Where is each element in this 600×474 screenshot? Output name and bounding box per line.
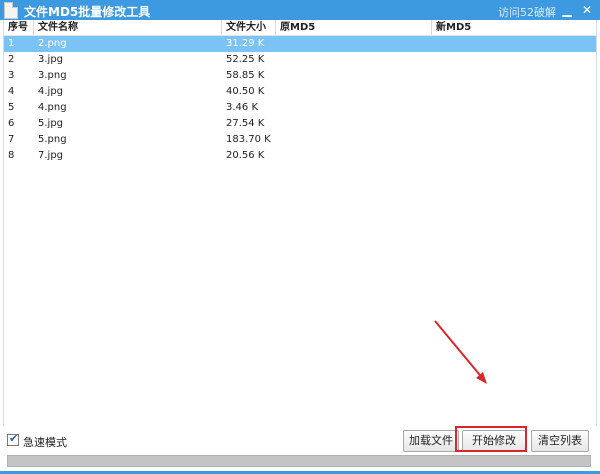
table-row[interactable]: 2 3.jpg 52.25 K [4, 52, 596, 68]
row-new-md5 [432, 84, 596, 100]
column-header-filesize[interactable]: 文件大小 [222, 20, 276, 35]
file-list[interactable]: 序号 文件名称 文件大小 原MD5 新MD5 1 2.png 31.29 K 2 3.j… [3, 20, 597, 426]
row-original-md5 [276, 36, 432, 52]
table-row[interactable]: 5 4.png 3.46 K [4, 100, 596, 116]
row-filename: 4.jpg [38, 86, 64, 97]
row-new-md5 [432, 116, 596, 132]
table-row[interactable]: 1 2.png 31.29 K [4, 36, 596, 52]
column-header-filename[interactable]: 文件名称 [34, 20, 222, 35]
table-row[interactable]: 8 7.jpg 20.56 K [4, 148, 596, 164]
row-index: 7 [8, 134, 15, 145]
table-row[interactable]: 3 3.png 58.85 K [4, 68, 596, 84]
row-index: 5 [8, 102, 15, 113]
column-header-new-md5[interactable]: 新MD5 [432, 20, 596, 35]
row-filesize: 31.29 K [226, 38, 265, 49]
title-bar[interactable]: 文件MD5批量修改工具 访问52破解 ▁ ✕ [0, 0, 600, 20]
row-index: 2 [8, 54, 15, 65]
row-index: 4 [8, 86, 15, 97]
list-header: 序号 文件名称 文件大小 原MD5 新MD5 [4, 20, 596, 36]
row-filesize: 20.56 K [226, 150, 265, 161]
row-new-md5 [432, 100, 596, 116]
table-row[interactable]: 6 5.jpg 27.54 K [4, 116, 596, 132]
fast-mode-checkbox[interactable]: ✔ [7, 432, 19, 446]
row-index: 6 [8, 118, 15, 129]
app-window: 文件MD5批量修改工具 访问52破解 ▁ ✕ 序号 文件名称 文件大小 原MD5… [0, 0, 600, 474]
progress-bar [7, 455, 591, 467]
row-new-md5 [432, 36, 596, 52]
checkmark-icon: ✔ [9, 432, 19, 445]
row-filesize: 27.54 K [226, 118, 265, 129]
row-filename: 3.png [38, 70, 67, 81]
column-header-index[interactable]: 序号 [4, 20, 34, 35]
row-filesize: 3.46 K [226, 102, 259, 113]
row-new-md5 [432, 52, 596, 68]
row-filesize: 183.70 K [226, 134, 271, 145]
load-files-button[interactable]: 加载文件 [403, 430, 459, 452]
row-index: 8 [8, 150, 15, 161]
row-filename: 3.jpg [38, 54, 64, 65]
row-filename: 2.png [38, 38, 67, 49]
document-icon [4, 2, 18, 19]
row-original-md5 [276, 116, 432, 132]
row-original-md5 [276, 68, 432, 84]
row-original-md5 [276, 132, 432, 148]
window-title: 文件MD5批量修改工具 [24, 5, 151, 19]
table-row[interactable]: 4 4.jpg 40.50 K [4, 84, 596, 100]
row-filename: 4.png [38, 102, 67, 113]
fast-mode-label[interactable]: 急速模式 [23, 434, 67, 450]
row-filesize: 40.50 K [226, 86, 265, 97]
row-original-md5 [276, 148, 432, 164]
row-original-md5 [276, 100, 432, 116]
annotation-arrow-icon [434, 320, 487, 384]
row-index: 3 [8, 70, 15, 81]
close-icon[interactable]: ✕ [577, 0, 597, 20]
row-filename: 7.jpg [38, 150, 64, 161]
table-row[interactable]: 7 5.png 183.70 K [4, 132, 596, 148]
column-header-original-md5[interactable]: 原MD5 [276, 20, 432, 35]
row-new-md5 [432, 68, 596, 84]
row-filesize: 52.25 K [226, 54, 265, 65]
start-modify-button[interactable]: 开始修改 [462, 430, 526, 452]
row-filename: 5.png [38, 134, 67, 145]
clear-list-button[interactable]: 清空列表 [531, 430, 589, 452]
row-original-md5 [276, 84, 432, 100]
row-new-md5 [432, 148, 596, 164]
visit-52pojie-link[interactable]: 访问52破解 [498, 4, 556, 20]
row-filesize: 58.85 K [226, 70, 265, 81]
minimize-icon[interactable]: ▁ [557, 0, 577, 20]
row-index: 1 [8, 38, 15, 49]
row-original-md5 [276, 52, 432, 68]
row-new-md5 [432, 132, 596, 148]
row-filename: 5.jpg [38, 118, 64, 129]
